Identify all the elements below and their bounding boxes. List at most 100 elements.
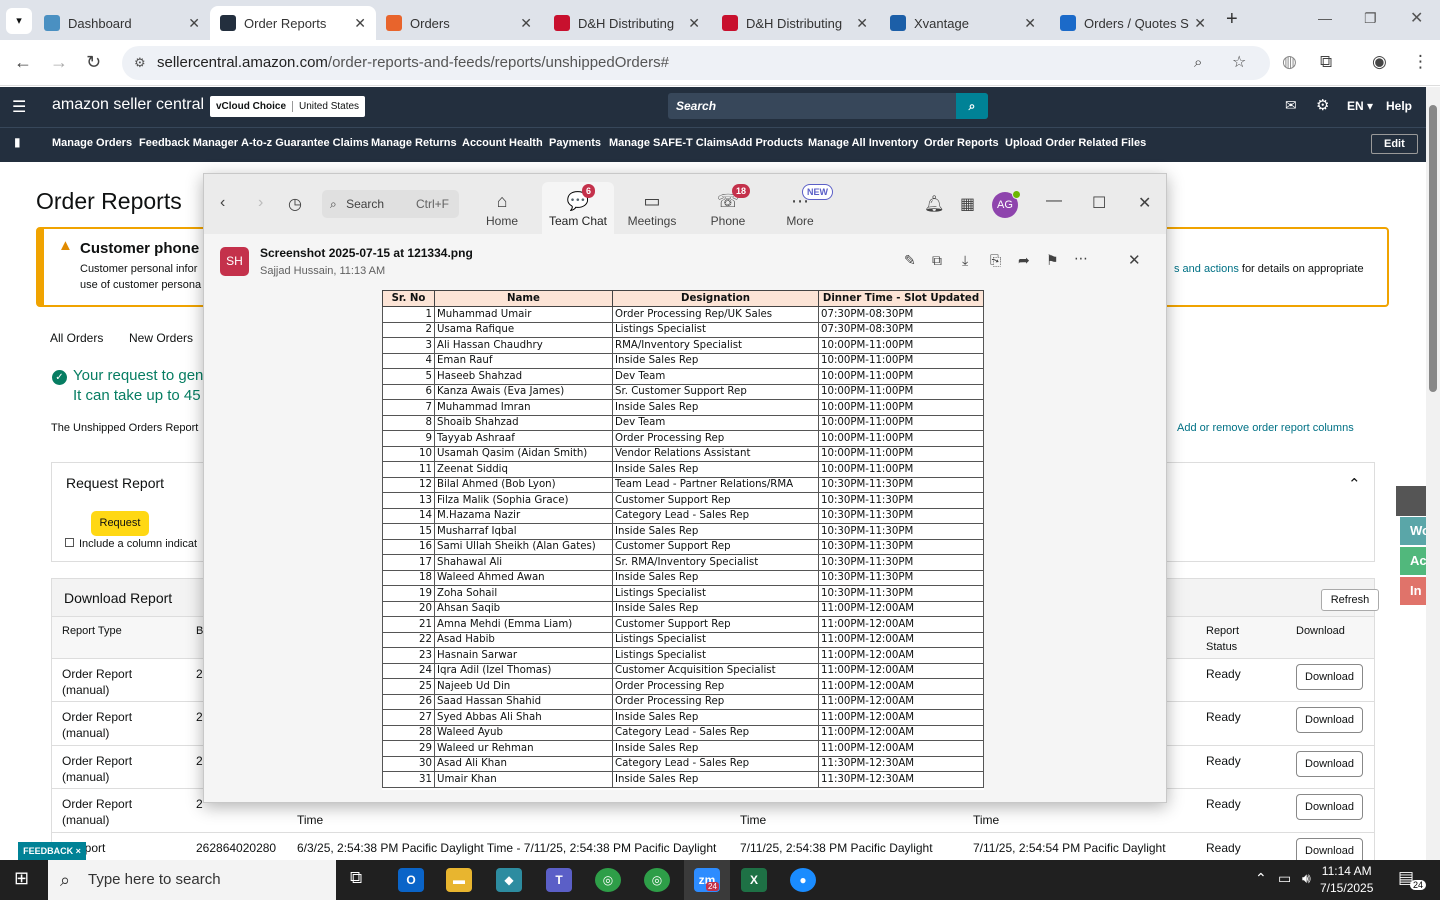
tab-close-icon[interactable]: ✕: [1024, 15, 1036, 32]
tab-close-icon[interactable]: ✕: [688, 15, 700, 32]
back-arrow-icon[interactable]: ←: [14, 52, 32, 73]
collapse-chevron-icon[interactable]: ⌃: [1348, 475, 1361, 493]
nav-item-a-to-z-guarantee-claims[interactable]: A-to-z Guarantee Claims: [241, 137, 369, 149]
forward-arrow-icon[interactable]: →: [50, 52, 68, 73]
download-icon[interactable]: ⤓: [962, 252, 968, 269]
chrome-icon[interactable]: ◎: [595, 868, 621, 892]
bell-icon[interactable]: 🔔︎: [924, 194, 944, 214]
windows-start-icon[interactable]: ⊞: [14, 868, 29, 889]
teams-nav-phone[interactable]: ☏ Phone 18: [692, 182, 764, 234]
new-tab-plus-icon[interactable]: +: [1226, 8, 1238, 31]
browser-tab-1[interactable]: Order Reports ✕: [210, 6, 376, 40]
url-field[interactable]: ⚙ sellercentral.amazon.com/order-reports…: [122, 46, 1270, 80]
outlook-icon[interactable]: O: [398, 868, 424, 892]
teams-nav-more[interactable]: ⋯ More NEW: [764, 182, 836, 234]
nav-item-account-health[interactable]: Account Health: [462, 137, 543, 149]
page-scrollbar[interactable]: [1426, 87, 1440, 860]
bookmark-star-icon[interactable]: ☆: [1232, 46, 1246, 80]
browser-tab-0[interactable]: Dashboard ✕: [34, 6, 210, 40]
tab-close-icon[interactable]: ✕: [188, 15, 200, 32]
copy-icon[interactable]: ⎘: [990, 252, 1001, 269]
back-chevron-icon[interactable]: ‹: [220, 194, 225, 212]
store-switcher[interactable]: vCloud Choice United States: [210, 96, 366, 117]
alert-link[interactable]: s and actions: [1174, 263, 1239, 275]
checkbox-icon[interactable]: [65, 538, 74, 547]
close-viewer-icon[interactable]: ✕: [1128, 251, 1141, 269]
system-clock[interactable]: 11:14 AM 7/15/2025: [1320, 863, 1373, 897]
maximize-icon[interactable]: ☐: [1092, 193, 1106, 213]
excel-icon[interactable]: X: [741, 868, 767, 892]
nav-item-upload-order-related-files[interactable]: Upload Order Related Files: [1005, 137, 1146, 149]
seller-search-input[interactable]: Search ⌕: [668, 93, 988, 119]
teams-search-input[interactable]: ⌕ Search Ctrl+F: [322, 190, 459, 218]
hamburger-menu-icon[interactable]: ☰: [12, 97, 26, 117]
app-blue-icon[interactable]: ●: [790, 868, 816, 892]
teams-nav-home[interactable]: ⌂ Home: [466, 182, 538, 234]
share-icon[interactable]: ➦: [1018, 252, 1030, 269]
gear-icon[interactable]: ⚙: [1316, 96, 1329, 114]
calendar-icon[interactable]: ▦: [960, 194, 975, 214]
seller-central-logo[interactable]: amazon seller central: [52, 96, 204, 114]
tray-chevron-icon[interactable]: ⌃: [1255, 870, 1267, 887]
nav-item-manage-all-inventory[interactable]: Manage All Inventory: [808, 137, 918, 149]
app-diamond-icon[interactable]: ◆: [496, 868, 522, 892]
nav-item-order-reports[interactable]: Order Reports: [924, 137, 999, 149]
download-button[interactable]: Download: [1296, 707, 1363, 733]
chrome-menu-icon[interactable]: ⋮: [1412, 52, 1429, 72]
download-button[interactable]: Download: [1296, 794, 1363, 820]
add-remove-columns-link[interactable]: Add or remove order report columns: [1177, 422, 1354, 434]
tab-search-chevron-icon[interactable]: ▾: [6, 8, 32, 34]
feedback-tab[interactable]: FEEDBACK ×: [18, 842, 86, 860]
translate-globe-icon[interactable]: ◍: [1282, 52, 1297, 72]
help-link[interactable]: Help: [1386, 99, 1412, 113]
volume-icon[interactable]: 🔊︎: [1302, 870, 1311, 887]
history-icon[interactable]: ◷: [288, 194, 302, 214]
edit-pencil-icon[interactable]: ✎: [904, 252, 916, 269]
tab-close-icon[interactable]: ✕: [856, 15, 868, 32]
edit-nav-button[interactable]: Edit: [1371, 134, 1418, 154]
browser-tab-2[interactable]: Orders ✕: [376, 6, 542, 40]
forward-chevron-icon[interactable]: ›: [258, 194, 263, 212]
bookmark-icon[interactable]: ⚑: [1046, 252, 1059, 269]
taskbar-search-input[interactable]: ⌕ Type here to search: [48, 860, 336, 900]
scroll-thumb[interactable]: [1429, 105, 1437, 392]
zoom-magnifier-icon[interactable]: ⌕: [1194, 46, 1202, 80]
teams-nav-team-chat[interactable]: 💬 Team Chat 6: [542, 182, 614, 234]
search-icon[interactable]: ⌕: [956, 93, 988, 119]
minimize-icon[interactable]: —: [1046, 192, 1062, 210]
site-info-icon[interactable]: ⚙: [134, 46, 146, 80]
network-icon[interactable]: ▭: [1278, 870, 1291, 887]
browser-tab-3[interactable]: D&H Distributing ✕: [544, 6, 710, 40]
bookmark-pin-icon[interactable]: ▮: [14, 135, 21, 149]
restore-window-icon[interactable]: ❐: [1364, 10, 1377, 27]
mail-icon[interactable]: ✉: [1285, 97, 1297, 114]
nav-item-feedback-manager[interactable]: Feedback Manager: [139, 137, 238, 149]
nav-item-manage-orders[interactable]: Manage Orders: [52, 137, 132, 149]
open-external-icon[interactable]: ⧉: [932, 252, 942, 269]
nav-item-payments[interactable]: Payments: [549, 137, 601, 149]
tab-close-icon[interactable]: ✕: [354, 15, 366, 32]
tab-all-orders[interactable]: All Orders: [50, 331, 103, 345]
tab-new-orders[interactable]: New Orders: [129, 331, 193, 345]
request-button[interactable]: Request: [91, 511, 149, 536]
download-button[interactable]: Download: [1296, 664, 1363, 690]
browser-tab-5[interactable]: Xvantage ✕: [880, 6, 1046, 40]
download-button[interactable]: Download: [1296, 751, 1363, 777]
reload-icon[interactable]: ↻: [86, 52, 101, 73]
teams-icon[interactable]: T: [546, 868, 572, 892]
include-column-checkbox[interactable]: Include a column indicat: [65, 538, 197, 550]
file-explorer-icon[interactable]: ▬: [446, 868, 472, 892]
nav-item-manage-returns[interactable]: Manage Returns: [371, 137, 457, 149]
tab-close-icon[interactable]: ✕: [1194, 15, 1206, 32]
language-selector[interactable]: EN ▾: [1347, 99, 1373, 113]
task-view-icon[interactable]: ⧉: [350, 868, 362, 888]
more-options-icon[interactable]: ⋯: [1074, 250, 1088, 267]
profile-icon[interactable]: ◉: [1372, 52, 1387, 72]
close-icon[interactable]: ✕: [1138, 193, 1151, 213]
chrome-profile-icon[interactable]: ◎: [644, 868, 670, 892]
nav-item-add-products[interactable]: Add Products: [731, 137, 803, 149]
refresh-button[interactable]: Refresh: [1321, 589, 1379, 611]
tab-close-icon[interactable]: ✕: [520, 15, 532, 32]
extensions-puzzle-icon[interactable]: ⧉: [1320, 52, 1332, 72]
close-window-icon[interactable]: ✕: [1410, 8, 1423, 28]
